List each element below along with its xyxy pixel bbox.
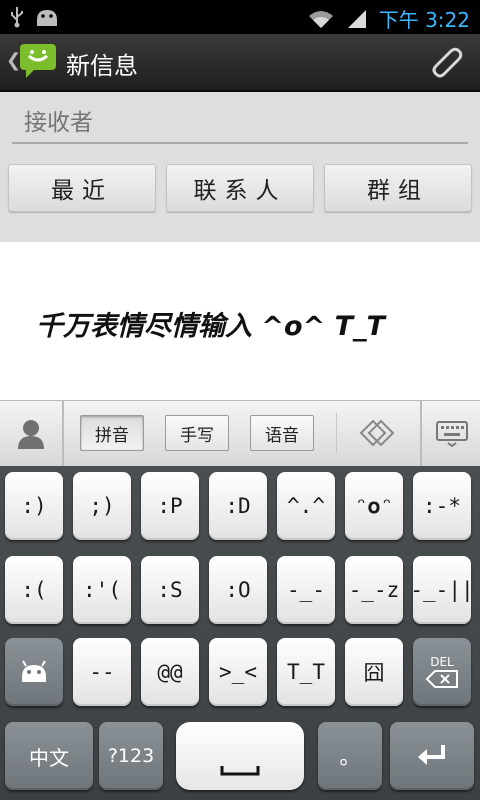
emoticon-key[interactable]: 囧: [345, 638, 403, 706]
keyboard-hide-icon[interactable]: [420, 401, 480, 466]
pinyin-mode-button[interactable]: 拼音: [80, 415, 144, 451]
emoticon-key[interactable]: --: [73, 638, 131, 706]
handwriting-mode-button[interactable]: 手写: [165, 415, 229, 451]
emoticon-label: @@: [157, 660, 183, 684]
message-text: 千万表情尽情输入 ^o^ T_T: [36, 311, 385, 342]
language-key[interactable]: 中文: [5, 722, 93, 790]
emoticon-label: ᵔ𝐨ᵔ: [354, 493, 394, 518]
emoticon-label: ^.^: [287, 494, 325, 518]
emoticon-label: :S: [157, 578, 183, 602]
signal-icon: [347, 9, 366, 28]
emoticon-label: ;): [89, 494, 115, 518]
cursor-arrows-icon[interactable]: [336, 413, 417, 453]
recipient-input[interactable]: [12, 104, 468, 144]
emoticon-key[interactable]: :D: [209, 472, 267, 540]
emoticon-key[interactable]: -_-z: [345, 556, 403, 624]
emoticon-key[interactable]: :O: [209, 556, 267, 624]
emoticon-key[interactable]: ᵔ𝐨ᵔ: [345, 472, 403, 540]
emoticon-key[interactable]: @@: [141, 638, 199, 706]
language-label: 中文: [29, 745, 69, 770]
emoticon-key[interactable]: ^.^: [277, 472, 335, 540]
emoticon-label: T_T: [287, 660, 325, 684]
android-icon: [37, 10, 57, 26]
group-button[interactable]: 群组: [324, 164, 472, 212]
android-emoji-key[interactable]: [5, 638, 63, 706]
action-bar: ❮ 新信息: [0, 34, 480, 92]
voice-mode-button[interactable]: 语音: [250, 415, 314, 451]
page-title: 新信息: [66, 52, 138, 80]
space-icon: [220, 766, 260, 776]
emoticon-keyboard: :) ;) :P :D ^.^ ᵔ𝐨ᵔ :-* :( :'( :S :O -_-…: [0, 466, 480, 800]
emoticon-key[interactable]: T_T: [277, 638, 335, 706]
recent-button[interactable]: 最近: [8, 164, 156, 212]
ime-toolbar: 拼音 手写 语音: [0, 400, 480, 467]
emoticon-key[interactable]: >_<: [209, 638, 267, 706]
delete-key[interactable]: DEL: [413, 638, 471, 706]
enter-icon: [418, 745, 445, 765]
android-robot-icon: [22, 660, 46, 682]
wifi-icon: [308, 10, 333, 28]
emoticon-label: :D: [225, 494, 251, 518]
emoticon-label: -_-||: [410, 578, 474, 602]
emoticon-label: :O: [225, 578, 251, 602]
emoticon-label: >_<: [219, 660, 257, 684]
emoticon-key[interactable]: -_-||: [410, 556, 474, 624]
emoticon-label: :'(: [83, 578, 121, 602]
emoticon-key[interactable]: :S: [141, 556, 199, 624]
emoticon-label: :(: [21, 578, 47, 602]
space-key[interactable]: [176, 722, 304, 790]
emoticon-key[interactable]: ;): [73, 472, 131, 540]
emoticon-label: --: [89, 660, 115, 684]
enter-key[interactable]: [390, 722, 474, 790]
period-label: 。: [339, 745, 361, 769]
period-key[interactable]: 。: [318, 722, 382, 790]
emoticon-key[interactable]: :P: [141, 472, 199, 540]
message-compose-area[interactable]: 千万表情尽情输入 ^o^ T_T: [0, 242, 480, 400]
status-bar: 下午 3:22: [0, 0, 480, 34]
emoticon-key[interactable]: :-*: [413, 472, 471, 540]
contacts-button[interactable]: 联系人: [166, 164, 314, 212]
emoticon-label: :P: [157, 494, 183, 518]
emoticon-label: -_-: [287, 578, 325, 602]
emoticon-key[interactable]: -_-: [277, 556, 335, 624]
emoticon-key[interactable]: :(: [5, 556, 63, 624]
emoticon-key[interactable]: :): [5, 472, 63, 540]
messaging-app-icon[interactable]: [18, 42, 58, 80]
number-mode-key[interactable]: ?123: [99, 722, 163, 790]
number-mode-label: ?123: [107, 745, 155, 767]
backspace-icon: [425, 670, 458, 688]
emoticon-label: 囧: [363, 661, 385, 685]
emoticon-label: -_-z: [348, 578, 400, 602]
emoticon-key[interactable]: :'(: [73, 556, 131, 624]
recipient-panel: 最近 联系人 群组: [0, 92, 480, 242]
usb-icon: [11, 7, 23, 28]
contacts-person-icon[interactable]: [0, 401, 64, 466]
emoticon-label: :-*: [423, 494, 461, 518]
delete-label: DEL: [430, 655, 454, 669]
attachment-icon[interactable]: [428, 44, 464, 80]
status-time: 下午 3:22: [378, 8, 470, 32]
emoticon-label: :): [21, 494, 47, 518]
